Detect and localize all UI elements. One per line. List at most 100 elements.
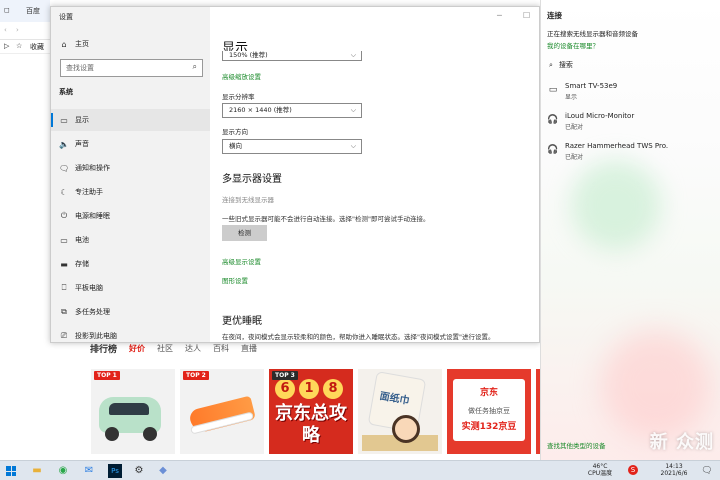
- settings-search-input[interactable]: 查找设置 ⌕: [60, 59, 203, 77]
- car-window: [109, 403, 149, 415]
- chevron-down-icon: ⌵: [350, 142, 356, 150]
- display-settings-page: ─ ☐ 显示 150% (推荐) ⌵ 高级缩放设置 显示分辨率 2160 × 1…: [210, 7, 539, 342]
- sleep-description: 在夜间，夜间模式会显示较柔和的颜色，帮助你进入睡眠状态。选择"夜间模式设置"进行…: [222, 333, 495, 341]
- cpu-temperature: 46°C CPU温度: [585, 463, 615, 477]
- nav-item-battery[interactable]: ▭ 电池: [51, 229, 210, 251]
- product-card-618[interactable]: TOP 3 6 1 8 京东总攻略: [269, 369, 353, 454]
- clock[interactable]: 14:13 2021/6/6: [652, 463, 696, 477]
- window-title: 设置: [59, 13, 73, 21]
- rank-badge: TOP 3: [272, 371, 298, 380]
- find-other-devices-link[interactable]: 查找其他类型的设备: [547, 440, 606, 450]
- detect-button[interactable]: 检测: [222, 225, 267, 241]
- nav-item-display[interactable]: ▭ 显示: [51, 109, 210, 131]
- browser-tab-icon[interactable]: ◻: [4, 6, 10, 14]
- nav-item-sound[interactable]: 🔈 声音: [51, 133, 210, 155]
- rank-tab-wiki[interactable]: 百科: [213, 343, 229, 354]
- monitor-icon: ▭: [548, 85, 558, 95]
- mail-icon[interactable]: ✉: [82, 464, 96, 478]
- headset-icon: 🎧: [547, 145, 559, 155]
- minimize-icon[interactable]: ─: [497, 11, 502, 20]
- scale-value: 150% (推荐): [229, 51, 268, 59]
- nav-item-label: 声音: [75, 140, 89, 148]
- device-item[interactable]: 🎧 Razer Hammerhead TWS Pro. 已配对: [547, 142, 717, 166]
- power-icon: ⏻: [60, 211, 68, 220]
- nav-item-focus-assist[interactable]: ☾ 专注助手: [51, 181, 210, 203]
- resolution-label: 显示分辨率: [222, 93, 255, 101]
- nav-item-power[interactable]: ⏻ 电源和睡眠: [51, 205, 210, 227]
- tissue-label: 面纸巾: [378, 390, 411, 408]
- clock-date: 2021/6/6: [660, 470, 688, 477]
- search-placeholder: 查找设置: [66, 64, 94, 72]
- windows-start-icon[interactable]: [6, 466, 16, 476]
- favorites-bar: ▷ ☆ 收藏: [0, 40, 50, 54]
- rank-tab-live[interactable]: 直播: [241, 343, 257, 354]
- nav-item-label: 电池: [75, 236, 89, 244]
- nav-item-storage[interactable]: ▬ 存储: [51, 253, 210, 275]
- promo-digits: 6 1 8: [275, 379, 343, 399]
- sound-icon: 🔈: [59, 139, 69, 149]
- product-card-jd[interactable]: 京东 做任务抽京豆 实测132京豆: [447, 369, 531, 454]
- headset-icon: 🎧: [547, 115, 559, 125]
- connect-pane: 连接 正在搜索无线显示器和音频设备 我的设备在哪里？ ⌕ 搜索 ▭ Smart …: [540, 0, 720, 460]
- resolution-value: 2160 × 1440 (推荐): [229, 106, 292, 114]
- nav-item-tablet[interactable]: ⎕ 平板电脑: [51, 277, 210, 299]
- photoshop-icon[interactable]: Ps: [108, 464, 122, 478]
- chevron-down-icon: ⌵: [350, 51, 356, 59]
- notification-center-icon[interactable]: 🗨: [700, 464, 714, 478]
- nav-item-multitasking[interactable]: ⧉ 多任务处理: [51, 301, 210, 323]
- nav-item-label: 投影到此电脑: [75, 332, 117, 340]
- device-status: 显示: [565, 94, 578, 101]
- car-wheel: [143, 427, 157, 441]
- device-status: 已配对: [565, 124, 584, 131]
- search-icon: ⌕: [549, 60, 553, 69]
- tray-app-icon[interactable]: S: [628, 465, 638, 475]
- rank-tab-experts[interactable]: 达人: [185, 343, 201, 354]
- searching-text: 正在搜索无线显示器和音频设备: [547, 30, 638, 38]
- advanced-display-link[interactable]: 高级显示设置: [222, 256, 261, 266]
- nav-item-projecting[interactable]: ⎚ 投影到此电脑: [51, 325, 210, 342]
- device-item[interactable]: 🎧 iLoud Micro-Monitor 已配对: [547, 112, 717, 136]
- nav-item-notifications[interactable]: 🗨 通知和操作: [51, 157, 210, 179]
- nav-item-label: 通知和操作: [75, 164, 110, 172]
- search-icon[interactable]: ⌕: [193, 62, 197, 72]
- browser-tab[interactable]: 百度: [26, 6, 40, 16]
- product-card-tissue[interactable]: 面纸巾: [358, 369, 442, 454]
- maximize-icon[interactable]: ☐: [523, 11, 530, 20]
- product-card-car[interactable]: TOP 1: [91, 369, 175, 454]
- device-name: Razer Hammerhead TWS Pro.: [565, 142, 669, 150]
- favorites-star-icon[interactable]: ☆: [16, 42, 22, 50]
- app-icon[interactable]: ◆: [156, 464, 170, 478]
- storage-icon: ▬: [60, 259, 68, 269]
- connect-wireless-display-link[interactable]: 连接到无线显示器: [222, 194, 274, 204]
- browser-icon[interactable]: ◉: [56, 464, 70, 478]
- settings-nav-pane: 设置 ⌂ 主页 查找设置 ⌕ 系统 ▭ 显示 🔈 声音 🗨 通知和操作 ☾ 专注…: [51, 7, 210, 342]
- advanced-scaling-link[interactable]: 高级缩放设置: [222, 71, 261, 81]
- connect-search-button[interactable]: ⌕ 搜索: [549, 60, 573, 70]
- promo-digit: 1: [299, 379, 319, 399]
- settings-gear-icon[interactable]: ⚙: [132, 464, 146, 478]
- rank-tab-community[interactable]: 社区: [157, 343, 173, 354]
- graphics-settings-link[interactable]: 图形设置: [222, 275, 248, 285]
- orientation-dropdown[interactable]: 横向 ⌵: [222, 139, 362, 154]
- nav-home-label: 主页: [75, 40, 89, 48]
- favorites-label[interactable]: 收藏: [30, 42, 44, 52]
- nav-home[interactable]: ⌂ 主页: [51, 33, 210, 55]
- where-is-my-device-link[interactable]: 我的设备在哪里？: [547, 40, 599, 50]
- browser-address-bar[interactable]: ‹ ›: [0, 22, 50, 40]
- settings-window: 设置 ⌂ 主页 查找设置 ⌕ 系统 ▭ 显示 🔈 声音 🗨 通知和操作 ☾ 专注…: [50, 6, 540, 343]
- jd-promo-card: 京东 做任务抽京豆 实测132京豆: [453, 379, 525, 441]
- file-explorer-icon[interactable]: ▬: [30, 464, 44, 478]
- detect-description: 一些旧式显示器可能不会进行自动连接。选择"检测"即可尝试手动连接。: [222, 215, 430, 223]
- rank-tab-deals[interactable]: 好价: [129, 343, 145, 354]
- clock-time: 14:13: [665, 463, 683, 470]
- scale-dropdown[interactable]: 150% (推荐) ⌵: [222, 51, 362, 61]
- rank-nav-title[interactable]: 排行榜: [90, 342, 117, 355]
- device-item[interactable]: ▭ Smart TV-53e9 显示: [547, 82, 717, 106]
- forward-icon[interactable]: ›: [16, 26, 19, 34]
- resolution-dropdown[interactable]: 2160 × 1440 (推荐) ⌵: [222, 103, 362, 118]
- sidebar-toggle-icon[interactable]: ▷: [4, 42, 9, 50]
- back-icon[interactable]: ‹: [4, 26, 7, 34]
- battery-icon: ▭: [60, 235, 68, 245]
- product-card-shoe[interactable]: TOP 2: [180, 369, 264, 454]
- orientation-label: 显示方向: [222, 128, 248, 136]
